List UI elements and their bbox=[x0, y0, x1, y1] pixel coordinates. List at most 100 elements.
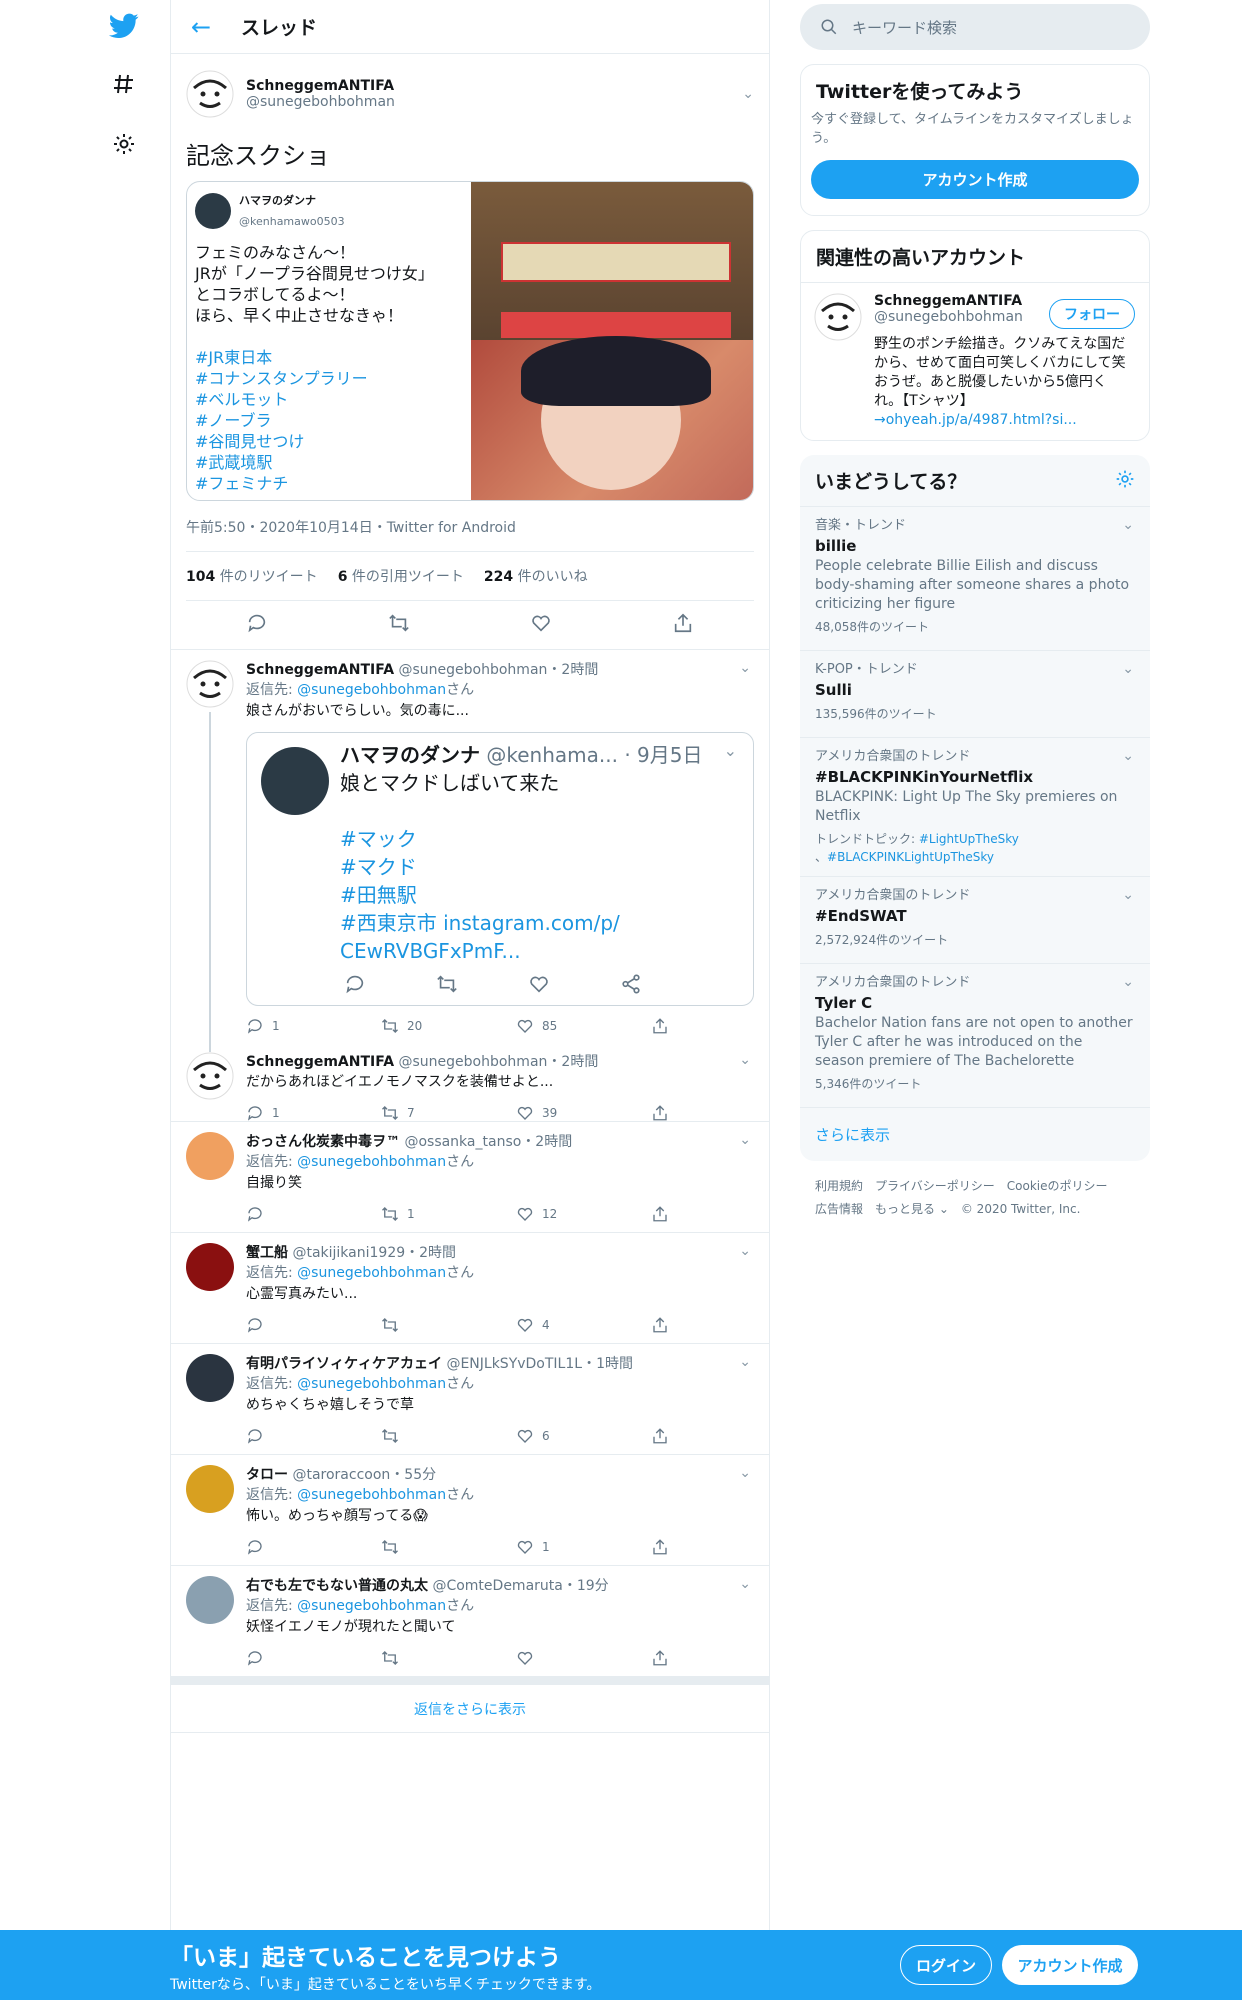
reply-tweet[interactable]: ⌄ SchneggemANTIFA @sunegebohbohman・2時間 返信先… bbox=[171, 650, 769, 1052]
banner-signup-button[interactable]: アカウント作成 bbox=[1002, 1945, 1138, 1985]
avatar[interactable] bbox=[186, 1132, 234, 1180]
reply-time[interactable]: ・2時間 bbox=[547, 662, 598, 678]
share-button[interactable] bbox=[651, 1104, 669, 1122]
share-button[interactable] bbox=[651, 1316, 669, 1334]
related-account[interactable]: SchneggemANTIFA @sunegebohbohman フォロー 野生… bbox=[801, 283, 1149, 440]
share-button[interactable] bbox=[651, 1649, 669, 1667]
share-button[interactable] bbox=[651, 1427, 669, 1445]
retweet-icon[interactable] bbox=[388, 612, 410, 638]
create-account-button[interactable]: アカウント作成 bbox=[811, 160, 1139, 199]
chevron-down-icon[interactable]: ⌄ bbox=[1122, 974, 1134, 990]
chevron-down-icon[interactable]: ⌄ bbox=[724, 741, 737, 760]
tweet-image[interactable]: ハマヲのダンナ @kenhamawo0503 フェミのみなさん〜！ JRが「ノー… bbox=[186, 181, 754, 501]
retweet-button[interactable]: 20 bbox=[381, 1017, 516, 1035]
reply-to-link[interactable]: @sunegebohbohman bbox=[297, 1598, 446, 1614]
reply-button[interactable]: 1 bbox=[246, 1017, 381, 1035]
like-button[interactable]: 1 bbox=[516, 1538, 651, 1556]
like-button[interactable]: 6 bbox=[516, 1427, 651, 1445]
reply-to-link[interactable]: @sunegebohbohman bbox=[297, 682, 446, 698]
like-icon[interactable] bbox=[530, 612, 552, 638]
retweet-icon[interactable] bbox=[436, 973, 458, 999]
trend-topic-link[interactable]: #BLACKPINKLightUpTheSky bbox=[827, 850, 994, 864]
quote-hashtag[interactable]: #西東京市 instagram.com/p/ bbox=[340, 909, 741, 937]
tweet-timestamp[interactable]: 午前5:50・2020年10月14日・Twitter for Android bbox=[186, 501, 754, 552]
avatar[interactable] bbox=[186, 660, 234, 708]
reply-user-name[interactable]: 有明パライソィケィケアカェイ bbox=[246, 1356, 442, 1372]
like-icon[interactable] bbox=[528, 973, 550, 999]
reply-button[interactable] bbox=[246, 1538, 381, 1556]
trend-item[interactable]: ⌄ 音楽・トレンド billie People celebrate Billie Ei… bbox=[800, 506, 1150, 650]
trends-settings-gear-icon[interactable] bbox=[1115, 469, 1135, 493]
reply-tweet[interactable]: ⌄ 蟹工船 @takijikani1929・2時間 返信先: @sunegebohb… bbox=[171, 1233, 769, 1344]
reply-time[interactable]: ・2時間 bbox=[547, 1054, 598, 1070]
avatar[interactable] bbox=[186, 1576, 234, 1624]
avatar[interactable] bbox=[186, 1052, 234, 1100]
reply-user-name[interactable]: SchneggemANTIFA bbox=[246, 1054, 394, 1070]
avatar[interactable] bbox=[186, 1465, 234, 1513]
reply-tweet[interactable]: ⌄ タロー @taroraccoon・55分 返信先: @sunegebohbohm… bbox=[171, 1455, 769, 1566]
like-button[interactable]: 4 bbox=[516, 1316, 651, 1334]
back-arrow-icon[interactable]: ← bbox=[191, 13, 241, 41]
like-button[interactable] bbox=[516, 1649, 651, 1667]
retweet-button[interactable]: 1 bbox=[381, 1205, 516, 1223]
reply-time[interactable]: ・55分 bbox=[390, 1467, 436, 1483]
quoted-tweet[interactable]: ⌄ ハマヲのダンナ @kenhama... · 9月5日 娘とマクドしばいて来た #マ… bbox=[246, 732, 754, 1006]
share-button[interactable] bbox=[651, 1205, 669, 1223]
share-icon[interactable] bbox=[620, 973, 642, 999]
share-button[interactable] bbox=[651, 1017, 669, 1035]
settings-gear-icon[interactable] bbox=[106, 126, 142, 162]
chevron-down-icon[interactable]: ⌄ bbox=[1122, 748, 1134, 764]
reply-to-link[interactable]: @sunegebohbohman bbox=[297, 1154, 446, 1170]
quote-hashtag[interactable]: #マック bbox=[340, 825, 741, 853]
chevron-down-icon[interactable]: ⌄ bbox=[1122, 661, 1134, 677]
reply-user-handle[interactable]: @ComteDemaruta bbox=[432, 1578, 562, 1594]
quote-hashtag[interactable]: #マクド bbox=[340, 853, 741, 881]
reply-user-name[interactable]: SchneggemANTIFA bbox=[246, 662, 394, 678]
chevron-down-icon[interactable]: ⌄ bbox=[739, 1354, 751, 1370]
reply-time[interactable]: ・19分 bbox=[563, 1578, 609, 1594]
avatar[interactable] bbox=[186, 1243, 234, 1291]
trend-item[interactable]: ⌄ アメリカ合衆国のトレンド #EndSWAT 2,572,924件のツイート bbox=[800, 876, 1150, 963]
reply-user-handle[interactable]: @ENJLkSYvDoTIL1L bbox=[446, 1356, 582, 1372]
reply-button[interactable] bbox=[246, 1316, 381, 1334]
reply-user-handle[interactable]: @sunegebohbohman bbox=[399, 662, 548, 678]
user-handle[interactable]: @sunegebohbohman bbox=[246, 94, 742, 110]
footer-line[interactable]: 利用規約 プライバシーポリシー Cookieのポリシー bbox=[815, 1175, 1135, 1198]
reply-to-link[interactable]: @sunegebohbohman bbox=[297, 1487, 446, 1503]
retweet-button[interactable]: 7 bbox=[381, 1104, 516, 1122]
trend-item[interactable]: ⌄ アメリカ合衆国のトレンド #BLACKPINKinYourNetflix BLAC… bbox=[800, 737, 1150, 876]
reply-user-handle[interactable]: @ossanka_tanso bbox=[404, 1134, 521, 1150]
quote-hashtag[interactable]: #田無駅 bbox=[340, 881, 741, 909]
trends-show-more[interactable]: さらに表示 bbox=[800, 1107, 1150, 1161]
footer-line[interactable]: 広告情報 もっと見る ⌄ © 2020 Twitter, Inc. bbox=[815, 1198, 1135, 1221]
reply-user-name[interactable]: 右でも左でもない普通の丸太 bbox=[246, 1578, 428, 1594]
reply-button[interactable] bbox=[246, 1649, 381, 1667]
reply-time[interactable]: ・2時間 bbox=[405, 1245, 456, 1261]
reply-user-name[interactable]: タロー bbox=[246, 1467, 288, 1483]
twitter-logo-icon[interactable] bbox=[106, 8, 142, 44]
avatar[interactable] bbox=[186, 70, 234, 118]
chevron-down-icon[interactable]: ⌄ bbox=[739, 1465, 751, 1481]
avatar[interactable] bbox=[814, 293, 862, 341]
avatar[interactable] bbox=[186, 1354, 234, 1402]
reply-tweet[interactable]: ⌄ SchneggemANTIFA @sunegebohbohman・2時間 だから… bbox=[171, 1042, 769, 1122]
user-name[interactable]: SchneggemANTIFA bbox=[246, 78, 742, 94]
quote-count[interactable]: 6 件の引用ツイート bbox=[338, 566, 464, 586]
like-button[interactable]: 85 bbox=[516, 1017, 651, 1035]
quote-hashtag[interactable]: CEwRVBGFxPmF... bbox=[340, 937, 741, 965]
like-button[interactable]: 12 bbox=[516, 1205, 651, 1223]
reply-icon[interactable] bbox=[344, 973, 366, 999]
retweet-button[interactable] bbox=[381, 1427, 516, 1445]
reply-icon[interactable] bbox=[246, 612, 268, 638]
like-count[interactable]: 224 件のいいね bbox=[484, 566, 588, 586]
reply-tweet[interactable]: ⌄ 有明パライソィケィケアカェイ @ENJLkSYvDoTIL1L・1時間 返信先:… bbox=[171, 1344, 769, 1455]
chevron-down-icon[interactable]: ⌄ bbox=[739, 1243, 751, 1259]
follow-button[interactable]: フォロー bbox=[1049, 299, 1135, 329]
retweet-button[interactable] bbox=[381, 1649, 516, 1667]
reply-button[interactable] bbox=[246, 1427, 381, 1445]
hashtag-icon[interactable] bbox=[106, 66, 142, 102]
reply-button[interactable]: 1 bbox=[246, 1104, 381, 1122]
reply-user-handle[interactable]: @sunegebohbohman bbox=[399, 1054, 548, 1070]
reply-tweet[interactable]: ⌄ 右でも左でもない普通の丸太 @ComteDemaruta・19分 返信先: @s… bbox=[171, 1566, 769, 1677]
trend-item[interactable]: ⌄ アメリカ合衆国のトレンド Tyler C Bachelor Nation fans… bbox=[800, 963, 1150, 1107]
